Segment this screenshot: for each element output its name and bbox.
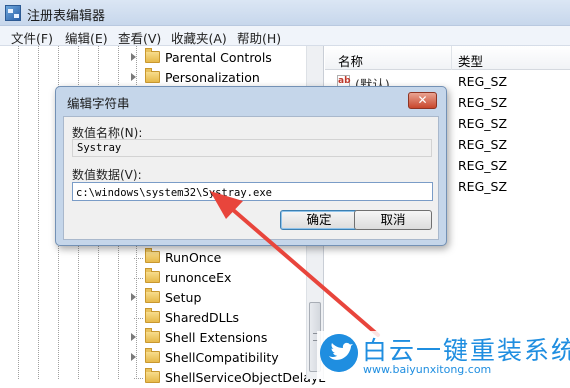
tree-item-label: Parental Controls bbox=[165, 50, 272, 65]
cancel-button[interactable]: 取消 bbox=[354, 210, 432, 230]
value-type: REG_SZ bbox=[458, 116, 508, 131]
tree-item[interactable]: Shell Extensions bbox=[0, 328, 306, 348]
value-name-field: Systray bbox=[72, 139, 432, 157]
value-type: REG_SZ bbox=[458, 74, 508, 89]
tree-item[interactable]: Personalization bbox=[0, 68, 306, 88]
tree-item[interactable]: runonceEx bbox=[0, 268, 306, 288]
tree-item-label: RunOnce bbox=[165, 250, 222, 265]
watermark: 白云一键重装系统 www.baiyunxitong.com bbox=[317, 331, 570, 379]
menu-view[interactable]: 查看(V) bbox=[118, 28, 161, 47]
column-header-type[interactable]: 类型 bbox=[458, 51, 483, 70]
dialog-title: 编辑字符串 bbox=[67, 96, 130, 111]
bird-logo-icon bbox=[320, 334, 358, 372]
menu-bar: 文件(F) 编辑(E) 查看(V) 收藏夹(A) 帮助(H) bbox=[0, 26, 570, 46]
tree-item[interactable]: Setup bbox=[0, 288, 306, 308]
value-type: REG_SZ bbox=[458, 95, 508, 110]
folder-icon bbox=[145, 368, 160, 383]
dialog-body: 数值名称(N): Systray 数值数据(V): 确定 取消 bbox=[63, 116, 439, 240]
expand-arrow-icon[interactable] bbox=[131, 333, 136, 341]
tree-item[interactable]: Parental Controls bbox=[0, 48, 306, 68]
menu-edit[interactable]: 编辑(E) bbox=[65, 28, 108, 47]
folder-icon bbox=[145, 308, 160, 323]
watermark-url: www.baiyunxitong.com bbox=[363, 363, 492, 376]
expand-arrow-icon[interactable] bbox=[131, 53, 136, 61]
tree-connector bbox=[134, 258, 143, 259]
folder-icon bbox=[145, 248, 160, 263]
column-header-name[interactable]: 名称 bbox=[338, 51, 363, 70]
menu-favorites[interactable]: 收藏夹(A) bbox=[171, 28, 227, 47]
folder-icon bbox=[145, 268, 160, 283]
tree-item-label: Shell Extensions bbox=[165, 330, 268, 345]
menu-file[interactable]: 文件(F) bbox=[11, 28, 53, 47]
ok-button[interactable]: 确定 bbox=[280, 210, 358, 230]
tree-item[interactable]: ShellServiceObjectDelayL bbox=[0, 368, 325, 388]
column-divider[interactable] bbox=[451, 46, 452, 70]
folder-icon bbox=[145, 288, 160, 303]
expand-arrow-icon[interactable] bbox=[131, 353, 136, 361]
value-type: REG_SZ bbox=[458, 179, 508, 194]
value-data-input[interactable] bbox=[72, 182, 433, 201]
folder-icon bbox=[145, 328, 160, 343]
folder-icon bbox=[145, 48, 160, 63]
tree-item-label: runonceEx bbox=[165, 270, 232, 285]
window-title: 注册表编辑器 bbox=[27, 9, 106, 24]
folder-icon bbox=[145, 68, 160, 83]
tree-connector bbox=[134, 278, 143, 279]
tree-item-label: ShellCompatibility bbox=[165, 350, 279, 365]
expand-arrow-icon[interactable] bbox=[131, 73, 136, 81]
edit-string-dialog: 编辑字符串 ✕ 数值名称(N): Systray 数值数据(V): 确定 取消 bbox=[55, 86, 447, 246]
title-bar: 注册表编辑器 bbox=[0, 0, 570, 26]
menu-help[interactable]: 帮助(H) bbox=[237, 28, 281, 47]
tree-item-label: SharedDLLs bbox=[165, 310, 240, 325]
tree-item-label: Setup bbox=[165, 290, 202, 305]
value-type: REG_SZ bbox=[458, 158, 508, 173]
list-header: 名称 类型 bbox=[325, 46, 570, 70]
folder-icon bbox=[145, 348, 160, 363]
tree-item[interactable]: ShellCompatibility bbox=[0, 348, 306, 368]
watermark-title: 白云一键重装系统 bbox=[362, 336, 570, 365]
tree-item[interactable]: RunOnce bbox=[0, 248, 306, 268]
close-icon[interactable]: ✕ bbox=[408, 92, 437, 109]
regedit-app-icon bbox=[5, 5, 21, 21]
tree-connector bbox=[134, 318, 143, 319]
value-data-label: 数值数据(V): bbox=[72, 168, 142, 182]
expand-arrow-icon[interactable] bbox=[131, 293, 136, 301]
tree-item-label: Personalization bbox=[165, 70, 260, 85]
value-type: REG_SZ bbox=[458, 137, 508, 152]
tree-item[interactable]: SharedDLLs bbox=[0, 308, 306, 328]
tree-item-label: ShellServiceObjectDelayL bbox=[165, 370, 326, 385]
